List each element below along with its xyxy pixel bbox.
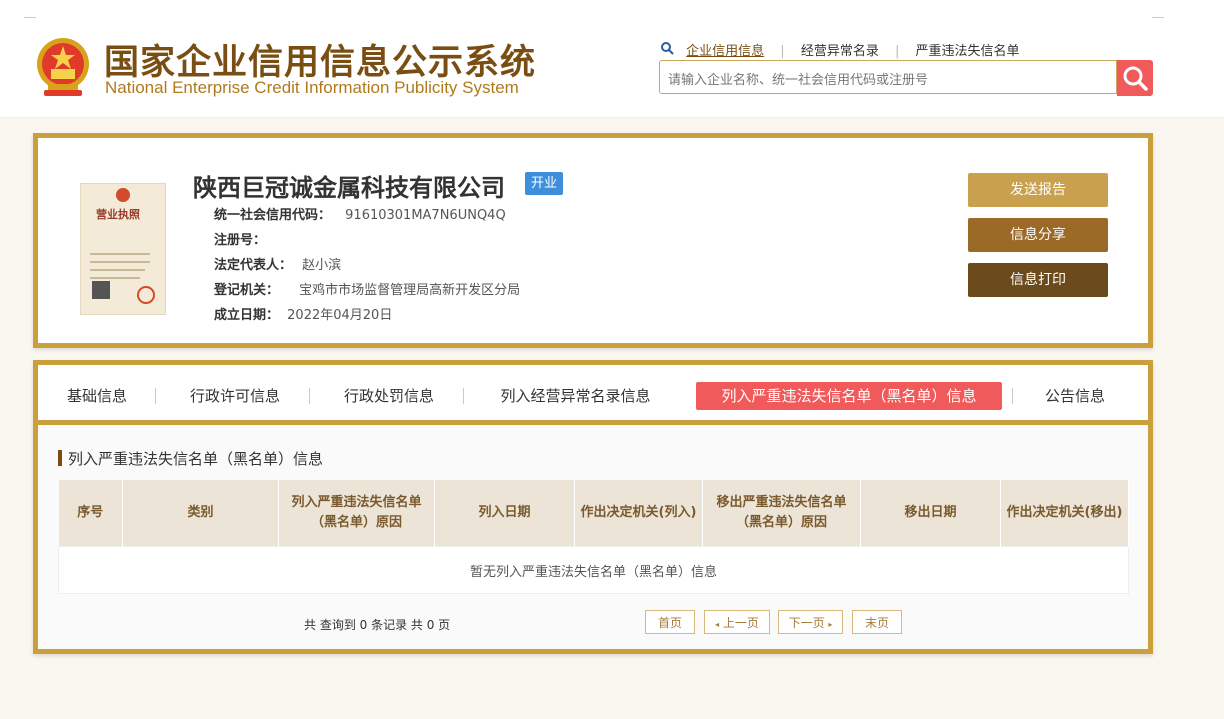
table-row: 暂无列入严重违法失信名单（黑名单）信息: [58, 546, 1129, 594]
national-emblem-icon: [37, 38, 89, 96]
tab-admin-license[interactable]: 行政许可信息: [175, 382, 295, 410]
tab-basic-info[interactable]: 基础信息: [52, 382, 142, 410]
link-blacklist[interactable]: 严重违法失信名单: [916, 40, 1020, 59]
search-icon: [660, 41, 674, 59]
send-report-button[interactable]: 发送报告: [968, 173, 1108, 207]
divider: [24, 17, 36, 18]
tab-separator: [309, 388, 310, 404]
chevron-left-icon: ◂: [715, 620, 720, 629]
search-icon: [1123, 66, 1148, 91]
legal-rep-row: 法定代表人： 赵小滨: [214, 254, 341, 273]
site-subtitle: National Enterprise Credit Information P…: [105, 78, 519, 97]
chevron-right-icon: ▸: [828, 620, 833, 629]
reg-no-label: 注册号：: [214, 233, 267, 248]
tab-abnormal-list[interactable]: 列入经营异常名录信息: [483, 382, 668, 410]
authority-row: 登记机关： 宝鸡市市场监督管理局高新开发区分局: [214, 279, 520, 298]
credit-code-row: 统一社会信用代码： 91610301MA7N6UNQ4Q: [214, 204, 506, 223]
credit-code-label: 统一社会信用代码：: [214, 208, 332, 223]
search-input[interactable]: 请输入企业名称、统一社会信用代码或注册号: [659, 60, 1117, 94]
column-header: 移出日期: [860, 480, 1001, 547]
column-header: 列入日期: [434, 480, 575, 547]
est-date-label: 成立日期：: [214, 308, 280, 323]
share-button[interactable]: 信息分享: [968, 218, 1108, 252]
section-title: 列入严重违法失信名单（黑名单）信息: [68, 450, 324, 468]
link-separator: |: [780, 44, 785, 59]
next-page-button[interactable]: 下一页 ▸: [778, 610, 843, 634]
section-marker: [58, 450, 62, 466]
tab-separator: [463, 388, 464, 404]
link-separator: |: [894, 44, 900, 59]
legal-rep-value: 赵小滨: [302, 258, 342, 273]
business-license-image: [80, 183, 166, 315]
column-header: 作出决定机关(移出): [1000, 480, 1129, 547]
credit-code-value: 91610301MA7N6UNQ4Q: [345, 208, 506, 223]
tab-separator: [155, 388, 156, 404]
prev-page-button[interactable]: ◂ 上一页: [704, 610, 770, 634]
authority-value: 宝鸡市市场监督管理局高新开发区分局: [299, 283, 521, 298]
pagination-summary: 共 查询到 0 条记录 共 0 页: [304, 618, 451, 632]
tab-separator: [1012, 388, 1013, 404]
company-name: 陕西巨冠诚金属科技有限公司: [193, 174, 505, 202]
tab-announcements[interactable]: 公告信息: [1030, 382, 1120, 410]
authority-label: 登记机关：: [214, 283, 280, 298]
search-button[interactable]: [1117, 60, 1153, 96]
legal-rep-label: 法定代表人：: [214, 258, 293, 273]
column-header: 类别: [122, 480, 279, 547]
prev-page-label: 上一页: [722, 616, 759, 630]
first-page-button[interactable]: 首页: [645, 610, 695, 634]
column-header: 作出决定机关(列入): [574, 480, 703, 547]
table-header-row: 序号 类别 列入严重违法失信名单（黑名单）原因 列入日期 作出决定机关(列入) …: [58, 480, 1129, 547]
tab-admin-penalty[interactable]: 行政处罚信息: [329, 382, 449, 410]
empty-message: 暂无列入严重违法失信名单（黑名单）信息: [58, 546, 1129, 594]
link-abnormal-list[interactable]: 经营异常名录: [801, 40, 879, 59]
est-date-value: 2022年04月20日: [287, 308, 393, 323]
print-button[interactable]: 信息打印: [968, 263, 1108, 297]
column-header: 列入严重违法失信名单（黑名单）原因: [278, 480, 435, 547]
reg-no-row: 注册号：: [214, 229, 266, 248]
link-credit-info[interactable]: 企业信用信息: [686, 40, 764, 59]
header-links: 企业信用信息 | 经营异常名录 | 严重违法失信名单: [660, 40, 1020, 59]
column-header: 序号: [58, 480, 123, 547]
blacklist-table: 序号 类别 列入严重违法失信名单（黑名单）原因 列入日期 作出决定机关(列入) …: [58, 480, 1129, 594]
license-title: 营业执照: [96, 208, 140, 221]
last-page-button[interactable]: 末页: [852, 610, 902, 634]
tab-blacklist[interactable]: 列入严重违法失信名单（黑名单）信息: [696, 382, 1002, 410]
est-date-row: 成立日期： 2022年04月20日: [214, 304, 392, 323]
column-header: 移出严重违法失信名单（黑名单）原因: [702, 480, 861, 547]
divider: [1152, 17, 1164, 18]
status-badge: 开业: [525, 172, 563, 195]
next-page-label: 下一页: [788, 616, 825, 630]
